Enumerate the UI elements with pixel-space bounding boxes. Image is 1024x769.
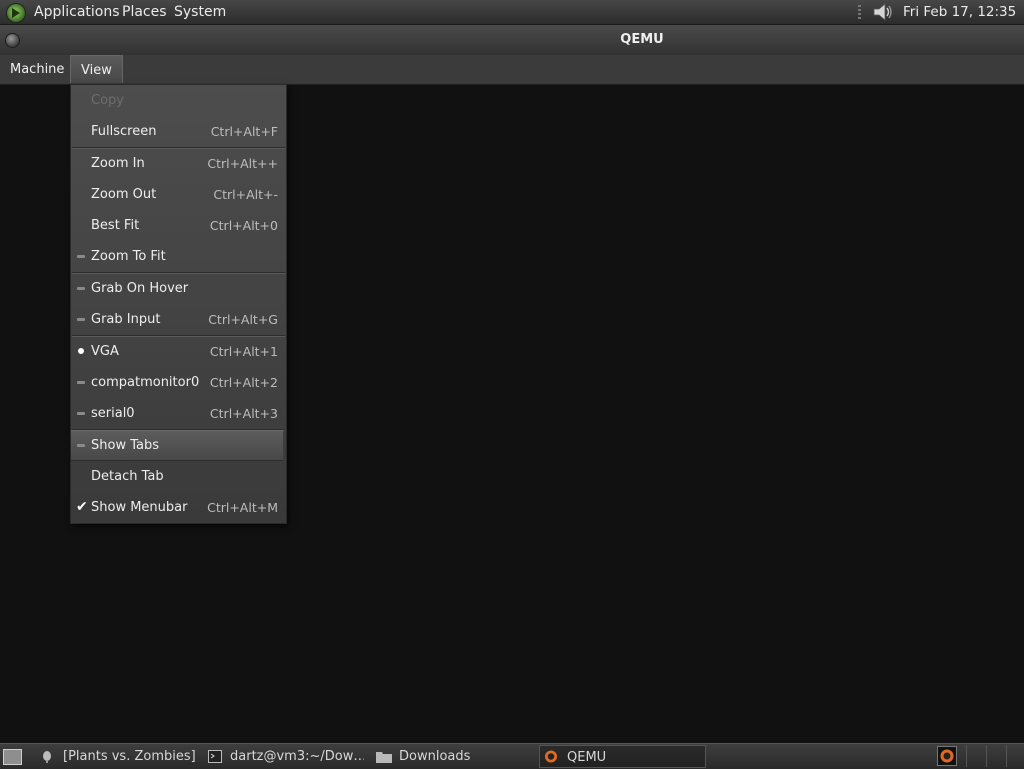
- toggle-off-icon: [77, 287, 85, 290]
- volume-icon[interactable]: [872, 3, 894, 21]
- system-menu[interactable]: System: [174, 0, 226, 24]
- qemu-tray-icon[interactable]: [937, 746, 957, 766]
- workspace-3[interactable]: [1006, 745, 1024, 767]
- qemu-icon: [940, 749, 954, 763]
- menubar: Machine View: [0, 55, 1024, 85]
- toggle-off-icon: [77, 255, 85, 258]
- menu-item-grab-on-hover[interactable]: Grab On Hover: [71, 274, 286, 303]
- top-panel: Applications Places System Fri Feb 17, 1…: [0, 0, 1024, 44]
- menu-item-fullscreen[interactable]: Fullscreen Ctrl+Alt+F: [71, 117, 286, 146]
- radio-unselected-icon: [77, 381, 85, 384]
- clock[interactable]: Fri Feb 17, 12:35 AM: [903, 0, 1024, 44]
- task-downloads[interactable]: Downloads: [372, 745, 532, 768]
- radio-unselected-icon: [77, 412, 85, 415]
- view-menu-dropdown: Copy Fullscreen Ctrl+Alt+F Zoom In Ctrl+…: [70, 84, 287, 524]
- workspace-1[interactable]: [966, 745, 987, 767]
- menu-item-show-menubar[interactable]: ✔ Show Menubar Ctrl+Alt+M: [71, 493, 286, 522]
- panel-separator: [858, 5, 861, 19]
- menu-item-detach-tab[interactable]: Detach Tab: [71, 462, 286, 491]
- menu-item-zoom-in[interactable]: Zoom In Ctrl+Alt++: [71, 149, 286, 178]
- menu-machine[interactable]: Machine: [0, 55, 74, 84]
- task-plants-vs-zombies[interactable]: [Plants vs. Zombies]: [36, 745, 196, 768]
- applications-menu[interactable]: Applications: [34, 0, 120, 24]
- menu-item-serial0[interactable]: serial0 Ctrl+Alt+3: [71, 399, 286, 428]
- task-qemu[interactable]: QEMU: [539, 745, 706, 768]
- task-terminal[interactable]: dartz@vm3:~/Dow…: [204, 745, 364, 768]
- menu-item-zoom-out[interactable]: Zoom Out Ctrl+Alt+-: [71, 180, 286, 209]
- menu-item-vga[interactable]: VGA Ctrl+Alt+1: [71, 337, 286, 366]
- menu-item-compatmonitor0[interactable]: compatmonitor0 Ctrl+Alt+2: [71, 368, 286, 397]
- terminal-icon: [208, 750, 222, 763]
- toggle-off-icon: [77, 318, 85, 321]
- folder-icon: [376, 752, 392, 763]
- menu-item-best-fit[interactable]: Best Fit Ctrl+Alt+0: [71, 211, 286, 240]
- show-desktop-icon[interactable]: [3, 749, 22, 765]
- checkmark-icon: ✔: [76, 499, 88, 515]
- qemu-icon: [544, 750, 558, 763]
- distro-logo-icon[interactable]: [6, 3, 26, 23]
- places-menu[interactable]: Places: [122, 0, 167, 24]
- toggle-off-icon: [77, 444, 85, 447]
- menu-item-copy[interactable]: Copy: [71, 86, 286, 115]
- radio-selected-icon: [78, 348, 84, 354]
- menu-item-grab-input[interactable]: Grab Input Ctrl+Alt+G: [71, 305, 286, 334]
- window-title: QEMU: [620, 32, 664, 47]
- menu-item-zoom-to-fit[interactable]: Zoom To Fit: [71, 242, 286, 271]
- wine-icon: [43, 751, 51, 763]
- menu-item-show-tabs[interactable]: Show Tabs: [71, 430, 283, 461]
- window-titlebar[interactable]: QEMU: [0, 25, 1024, 56]
- bottom-taskbar: [Plants vs. Zombies] dartz@vm3:~/Dow… Do…: [0, 743, 1024, 769]
- workspace-2[interactable]: [986, 745, 1007, 767]
- menu-view[interactable]: View: [70, 55, 123, 83]
